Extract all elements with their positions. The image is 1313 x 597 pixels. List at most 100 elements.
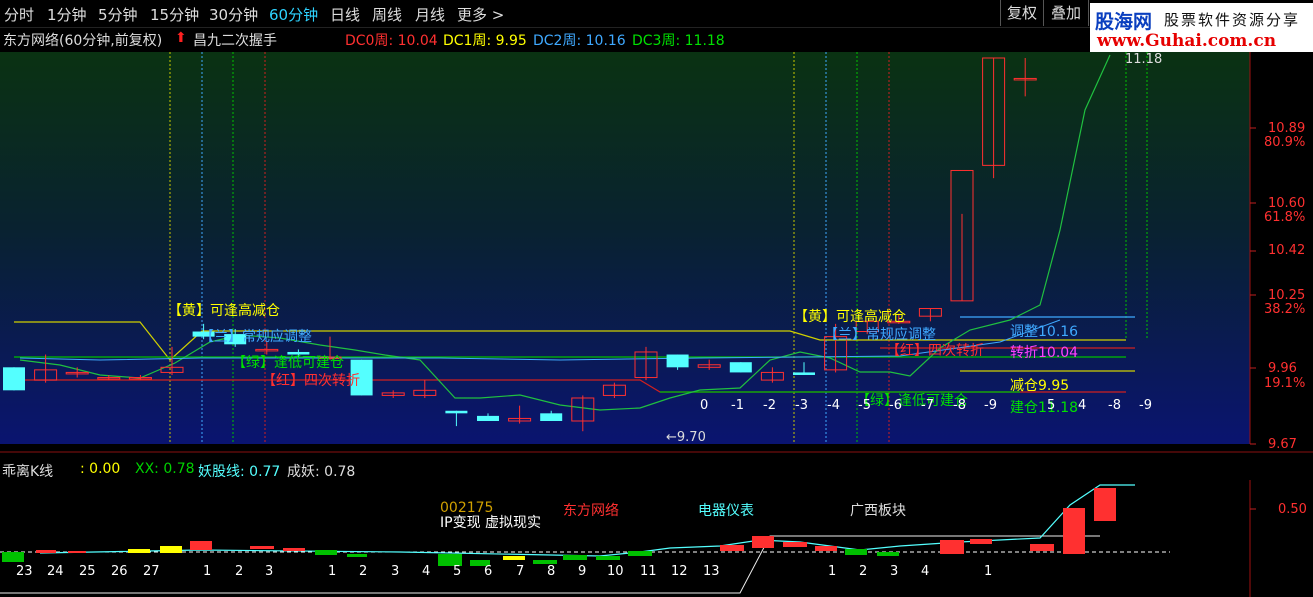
candle-up: [508, 417, 532, 422]
candle-up: [760, 371, 784, 381]
deviation-chart[interactable]: [0, 480, 1313, 597]
tab-fenshi[interactable]: 分时: [4, 4, 34, 25]
tab-15min[interactable]: 15分钟: [150, 4, 199, 25]
indicator-name[interactable]: 昌九二次握手: [193, 30, 277, 50]
y-price-10-89: 10.89: [1268, 121, 1306, 136]
overlay-button[interactable]: 叠加: [1043, 0, 1089, 26]
candle-down: [793, 372, 815, 375]
tab-1min[interactable]: 1分钟: [47, 4, 87, 25]
x-label: 4: [422, 564, 431, 579]
candle-up: [381, 392, 405, 396]
candle-up: [697, 364, 721, 368]
logo-url: www.Guhai.com.cn: [1097, 31, 1277, 51]
x-label: 2: [235, 564, 244, 579]
counter-m4: -4: [827, 398, 840, 413]
counter-m8: -8: [953, 398, 966, 413]
tab-60min[interactable]: 60分钟: [269, 4, 318, 25]
dc2-value: DC2周: 10.16: [533, 33, 626, 49]
counter-0: 0: [700, 398, 709, 413]
x-label: 1: [984, 564, 993, 579]
x-label: 11: [640, 564, 657, 579]
label-low-price: ←9.70: [666, 430, 706, 445]
x-label: 4: [921, 564, 930, 579]
x-label: 7: [516, 564, 525, 579]
label-tiaozheng: 调整10.16: [1010, 324, 1079, 340]
board-label: 广西板块: [850, 503, 906, 519]
sub-pane-title: 乖离K线: [2, 464, 54, 480]
tab-weekly[interactable]: 周线: [372, 4, 402, 25]
stock-title: 东方网络(60分钟,前复权): [3, 33, 163, 49]
x-label: 6: [484, 564, 493, 579]
y-price-10-25: 10.25: [1268, 288, 1306, 303]
y-pct-80-9: 80.9%: [1264, 135, 1306, 150]
restore-button[interactable]: 复权: [1000, 0, 1044, 26]
up-arrow-icon: ⬆: [175, 30, 187, 46]
stock-name: 东方网络: [563, 503, 619, 519]
counter-m9b: -9: [1139, 398, 1152, 413]
dc3-value: DC3周: 11.18: [632, 33, 725, 49]
candle-up: [65, 371, 89, 375]
candle-up: [1013, 77, 1037, 81]
candle-up: [982, 57, 1006, 166]
candle-down: [540, 413, 563, 421]
annotation-red-1: 【红】四次转折: [262, 373, 360, 389]
candle-up: [255, 348, 279, 352]
counter-m8b: -8: [1108, 398, 1121, 413]
annotation-yellow-1: 【黄】可逢高减仓: [168, 303, 280, 319]
dc0-value: DC0周: 10.04: [345, 33, 438, 49]
annotation-red-2: 【红】四次转折: [886, 343, 984, 359]
counter-m2: -2: [763, 398, 776, 413]
counter-5: 5: [1047, 398, 1056, 413]
label-high-price: 11.18: [1125, 52, 1163, 67]
candle-down: [3, 367, 25, 391]
tab-30min[interactable]: 30分钟: [209, 4, 258, 25]
candle-up: [128, 377, 152, 380]
candle-up: [34, 369, 58, 381]
x-label: 9: [578, 564, 587, 579]
tab-daily[interactable]: 日线: [330, 4, 360, 25]
annotation-blue-1: 【兰】常规应调整: [200, 329, 312, 345]
counter-4: 4: [1078, 398, 1087, 413]
y-price-10-60: 10.60: [1268, 196, 1306, 211]
y-pct-19-1: 19.1%: [1264, 376, 1306, 391]
candle-up: [634, 351, 658, 379]
candle-up: [918, 308, 942, 317]
x-label: 12: [671, 564, 688, 579]
y-pct-61-8: 61.8%: [1264, 210, 1306, 225]
counter-m6: -6: [889, 398, 902, 413]
x-label: 25: [79, 564, 96, 579]
tab-more[interactable]: 更多 >: [457, 4, 504, 25]
yaogu-value: 妖股线: 0.77: [198, 464, 281, 480]
x-label: 1: [203, 564, 212, 579]
x-label: 26: [111, 564, 128, 579]
x-label: 1: [828, 564, 837, 579]
x-label: 27: [143, 564, 160, 579]
label-zhuanzhe: 转折10.04: [1010, 345, 1079, 361]
sub-value-zero: : 0.00: [80, 461, 121, 477]
x-label: 10: [607, 564, 624, 579]
x-label: 8: [547, 564, 556, 579]
y-price-10-42: 10.42: [1268, 243, 1306, 258]
candle-down: [445, 410, 468, 414]
candle-up: [571, 397, 595, 422]
candle-down: [477, 415, 499, 421]
y-pct-38-2: 38.2%: [1264, 302, 1306, 317]
label-jiancang: 减仓9.95: [1010, 378, 1070, 394]
tab-monthly[interactable]: 月线: [415, 4, 445, 25]
theme-label: IP变现 虚拟现实: [440, 515, 542, 531]
guhai-logo: 股海网 股票软件资源分享 www.Guhai.com.cn: [1090, 3, 1313, 55]
counter-m9: -9: [984, 398, 997, 413]
x-label: 5: [453, 564, 462, 579]
x-label: 23: [16, 564, 33, 579]
sector-label: 电器仪表: [698, 503, 754, 519]
sub-axis-level: 0.50: [1278, 502, 1307, 517]
candle-up: [950, 169, 974, 302]
tab-5min[interactable]: 5分钟: [98, 4, 138, 25]
xx-value: XX: 0.78: [135, 461, 195, 477]
candle-up: [602, 384, 626, 396]
x-label: 3: [391, 564, 400, 579]
counter-m3: -3: [795, 398, 808, 413]
dc1-value: DC1周: 9.95: [443, 33, 527, 49]
logo-tagline: 股票软件资源分享: [1164, 11, 1301, 29]
x-label: 24: [47, 564, 64, 579]
